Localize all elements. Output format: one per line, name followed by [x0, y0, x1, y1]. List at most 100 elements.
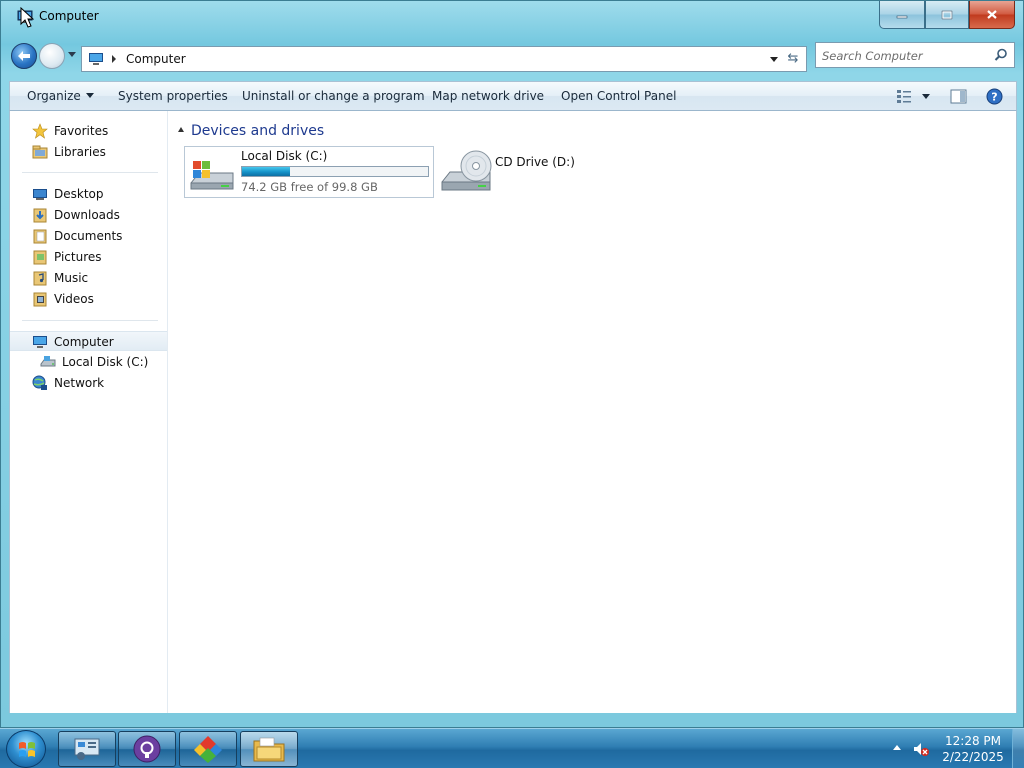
sidebar-item-label: Favorites [54, 124, 109, 138]
sidebar-item-label: Network [54, 376, 105, 390]
show-desktop-button[interactable] [1012, 729, 1024, 768]
drive-tile-local-disk[interactable]: Local Disk (C:) 74.2 GB free of 99.8 GB [184, 146, 434, 198]
minimize-icon [896, 15, 908, 18]
taskbar-control-panel-button[interactable] [58, 731, 116, 767]
control-panel-icon [74, 738, 100, 760]
explorer-window: Computer Computer ⇆ Search Computer Orga… [0, 0, 1024, 728]
sidebar-item-label: Music [54, 271, 89, 285]
sidebar-item-computer[interactable]: Computer [10, 331, 167, 351]
pictures-icon [33, 250, 47, 265]
taskbar-github-button[interactable] [118, 731, 176, 767]
volume-muted-icon[interactable] [912, 741, 930, 757]
divider [22, 320, 158, 321]
organize-label: Organize [27, 89, 81, 103]
disk-usage-bar [241, 166, 429, 177]
divider [22, 172, 158, 173]
forward-button[interactable] [39, 43, 65, 69]
window-title: Computer [39, 9, 99, 23]
content-area: Favorites Libraries Desktop Downloads Do… [9, 111, 1017, 713]
taskbar: 12:28 PM 2/22/2025 [0, 728, 1024, 768]
system-properties-button[interactable]: System properties [118, 89, 228, 103]
back-button[interactable] [11, 43, 37, 69]
search-input[interactable] [822, 47, 982, 64]
sidebar-item-downloads[interactable]: Downloads [10, 205, 167, 225]
sidebar-item-music[interactable]: Music [10, 268, 167, 288]
sidebar-item-label: Local Disk (C:) [62, 355, 149, 369]
open-control-panel-button[interactable]: Open Control Panel [561, 89, 676, 103]
sidebar-item-label: Computer [54, 335, 114, 349]
breadcrumb[interactable]: Computer [126, 52, 186, 66]
group-header-label: Devices and drives [191, 123, 325, 139]
app-diamond-icon [194, 736, 222, 763]
address-bar[interactable]: Computer ⇆ [81, 46, 807, 72]
sidebar-item-label: Pictures [54, 250, 102, 264]
hard-drive-icon [40, 356, 56, 367]
desktop-icon [33, 189, 47, 200]
hard-drive-icon [190, 161, 234, 190]
preview-pane-icon[interactable] [950, 89, 967, 104]
organize-menu[interactable]: Organize [27, 89, 94, 103]
system-clock[interactable]: 12:28 PM 2/22/2025 [938, 733, 1008, 765]
address-dropdown-icon[interactable] [770, 57, 778, 62]
uninstall-program-button[interactable]: Uninstall or change a program [242, 89, 425, 103]
title-bar[interactable]: Computer [1, 1, 1023, 33]
sidebar-item-label: Desktop [54, 187, 104, 201]
sidebar-item-label: Documents [54, 229, 123, 243]
close-icon [987, 10, 997, 19]
sidebar-item-desktop[interactable]: Desktop [10, 184, 167, 204]
drive-free-space: 74.2 GB free of 99.8 GB [241, 180, 378, 194]
libraries-icon [32, 145, 48, 159]
group-header[interactable]: Devices and drives [178, 123, 324, 139]
refresh-icon[interactable]: ⇆ [784, 50, 802, 68]
map-network-drive-button[interactable]: Map network drive [432, 89, 544, 103]
star-icon [32, 123, 48, 139]
chevron-down-icon [85, 93, 94, 98]
sidebar-item-libraries[interactable]: Libraries [10, 142, 167, 162]
search-box[interactable] [815, 42, 1015, 68]
navigation-row: Computer ⇆ [9, 41, 1017, 73]
navigation-pane: Favorites Libraries Desktop Downloads Do… [10, 111, 168, 713]
search-icon[interactable] [994, 48, 1008, 62]
sidebar-item-videos[interactable]: Videos [10, 289, 167, 309]
taskbar-app-button[interactable] [179, 731, 237, 767]
recent-pages-dropdown[interactable] [68, 52, 76, 57]
show-hidden-icons-button[interactable] [893, 745, 901, 750]
sidebar-item-favorites[interactable]: Favorites [10, 121, 167, 141]
computer-icon [89, 53, 103, 65]
sidebar-item-network[interactable]: Network [10, 373, 167, 393]
windows-logo-icon [19, 742, 35, 757]
restore-icon [941, 10, 953, 19]
cd-drive-icon [441, 150, 492, 191]
drive-name: CD Drive (D:) [495, 155, 575, 169]
mouse-cursor-icon [20, 7, 34, 28]
command-bar: Organize System properties Uninstall or … [9, 81, 1017, 111]
drive-name: Local Disk (C:) [241, 149, 328, 163]
change-view-icon[interactable] [896, 89, 912, 104]
view-options-dropdown[interactable] [922, 94, 930, 99]
clock-time: 12:28 PM [945, 734, 1001, 748]
github-icon [133, 735, 161, 763]
help-icon[interactable]: ? [986, 88, 1003, 105]
clock-date: 2/22/2025 [942, 750, 1004, 764]
minimize-button[interactable] [879, 1, 925, 29]
maximize-button[interactable] [925, 1, 969, 29]
sidebar-item-local-disk[interactable]: Local Disk (C:) [10, 352, 167, 372]
drive-tile-cd[interactable]: CD Drive (D:) [440, 146, 580, 198]
computer-icon [33, 336, 47, 348]
documents-icon [33, 229, 47, 244]
disk-usage-fill [242, 167, 290, 176]
back-arrow-icon [18, 51, 30, 61]
breadcrumb-chevron-icon[interactable] [112, 55, 116, 63]
sidebar-item-pictures[interactable]: Pictures [10, 247, 167, 267]
svg-text:?: ? [991, 91, 997, 104]
music-icon [33, 271, 47, 286]
sidebar-item-label: Libraries [54, 145, 106, 159]
start-button[interactable] [6, 730, 46, 768]
sidebar-item-documents[interactable]: Documents [10, 226, 167, 246]
sidebar-item-label: Videos [54, 292, 94, 306]
close-button[interactable] [969, 1, 1015, 29]
taskbar-explorer-button[interactable] [240, 731, 298, 767]
network-icon [32, 375, 47, 390]
sidebar-item-label: Downloads [54, 208, 120, 222]
explorer-folder-icon [253, 737, 285, 762]
